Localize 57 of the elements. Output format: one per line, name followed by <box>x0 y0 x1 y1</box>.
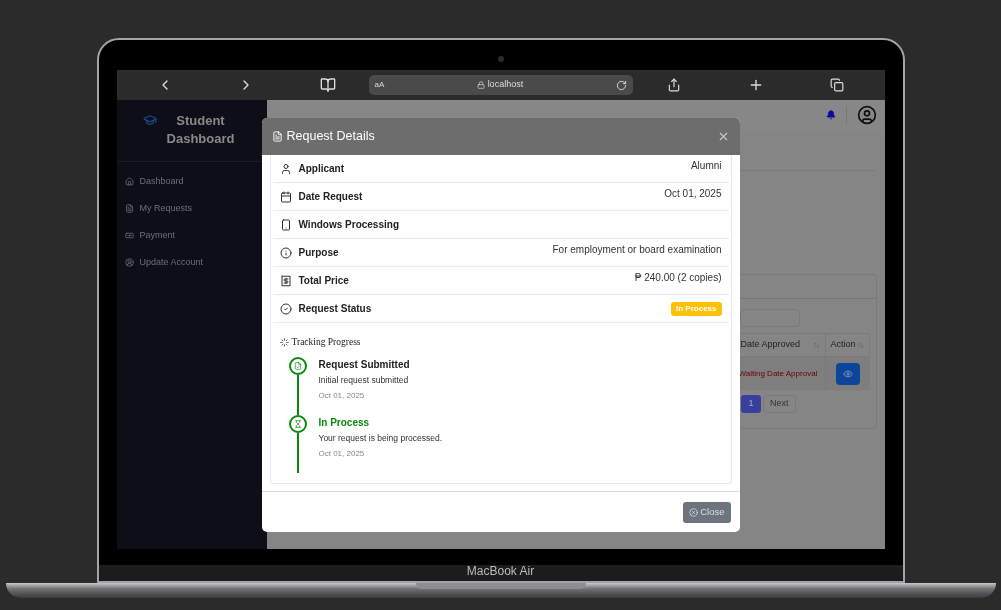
detail-value: Oct 01, 2025 <box>664 187 722 201</box>
banknote-icon <box>124 231 134 240</box>
lock-icon <box>476 81 485 89</box>
address-text: localhost <box>487 78 524 92</box>
book-icon[interactable] <box>319 77 336 93</box>
device-icon <box>279 218 292 231</box>
check-circle-icon <box>279 302 292 315</box>
step-date: Oct 01, 2025 <box>318 448 366 460</box>
sidebar-item[interactable]: Payment <box>116 222 267 249</box>
page-button[interactable]: 1 <box>741 395 761 413</box>
sidebar-title: Student Dashboard <box>165 112 236 148</box>
calendar-icon <box>279 190 292 203</box>
detail-label: Applicant <box>298 162 346 176</box>
sidebar-item[interactable]: Dashboard <box>116 168 267 195</box>
detail-label: Date Request <box>298 190 364 204</box>
receipt-icon <box>279 274 292 287</box>
bell-icon[interactable] <box>825 110 836 120</box>
step-title: Request Submitted <box>318 358 410 373</box>
user-circle-icon <box>124 258 134 267</box>
house-icon <box>124 177 134 186</box>
step-date: Oct 01, 2025 <box>318 390 366 402</box>
detail-label: Request Status <box>298 302 373 316</box>
address-bar[interactable]: aA localhost <box>368 75 633 95</box>
eye-icon <box>842 368 853 379</box>
step-title: In Process <box>318 416 371 431</box>
text-size-button[interactable]: aA <box>374 79 385 91</box>
document-icon <box>271 131 283 142</box>
detail-label: Total Price <box>298 274 350 288</box>
person-icon <box>279 162 292 175</box>
hourglass-icon <box>293 420 302 429</box>
close-button[interactable]: Close <box>683 501 731 523</box>
camera-icon <box>497 56 504 62</box>
detail-label: Windows Processing <box>298 218 400 232</box>
tabs-icon[interactable] <box>829 78 844 92</box>
avatar-icon[interactable] <box>856 105 877 125</box>
detail-value: ₱ 240.00 (2 copies) <box>634 271 722 285</box>
sidebar-item[interactable]: Update Account <box>116 249 267 276</box>
sidebar-item[interactable]: My Requests <box>116 195 267 222</box>
next-button[interactable]: Next <box>763 395 796 413</box>
info-icon <box>279 246 292 259</box>
step-description: Initial request submitted <box>318 374 410 387</box>
step-description: Your request is being processed. <box>318 432 442 445</box>
modal-title: Request Details <box>286 128 376 146</box>
document-icon <box>124 204 134 213</box>
tracking-title: Tracking Progress <box>291 336 361 349</box>
status-badge: In Process <box>671 301 722 316</box>
reload-icon[interactable] <box>615 79 627 91</box>
detail-value: For employment or board examination <box>552 243 722 257</box>
detail-value: Alumni <box>690 159 722 173</box>
table-cell: Waiting Date Approval <box>738 367 818 380</box>
share-icon[interactable] <box>666 78 681 92</box>
spinner-icon <box>279 337 289 347</box>
document-icon <box>293 362 302 371</box>
close-icon <box>689 507 699 517</box>
detail-label: Purpose <box>298 246 340 260</box>
laptop-model-label: MacBook Air <box>466 563 535 580</box>
graduation-cap-icon <box>142 113 157 127</box>
